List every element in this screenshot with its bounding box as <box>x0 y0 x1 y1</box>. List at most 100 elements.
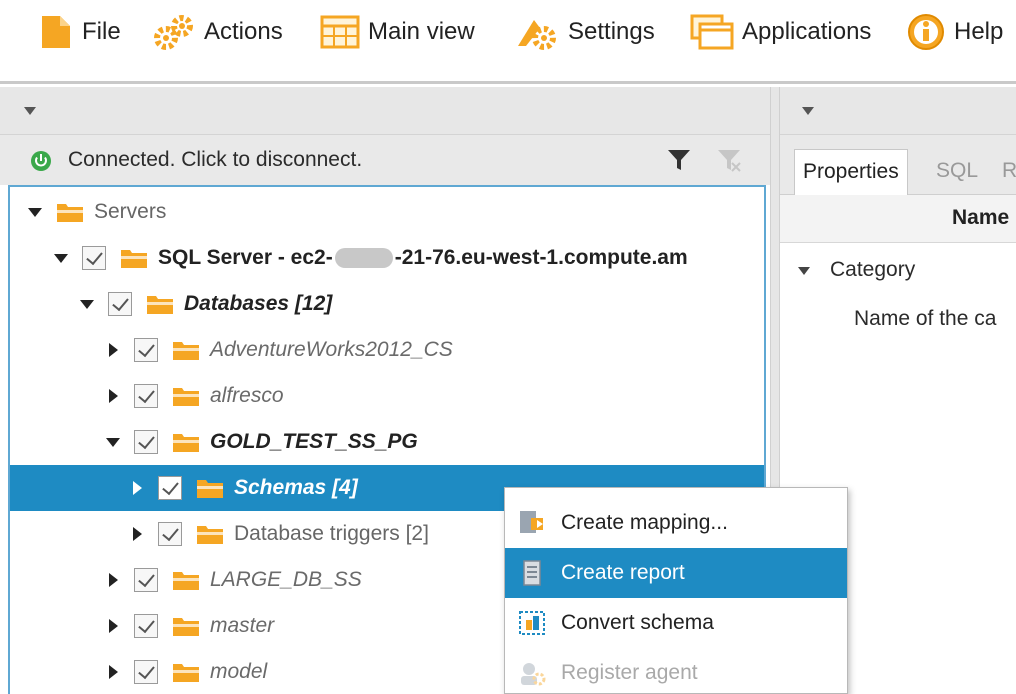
left-pane-header <box>0 87 770 135</box>
help-icon <box>908 14 944 50</box>
menu-help[interactable]: Help <box>906 14 1003 50</box>
tree-checkbox[interactable] <box>134 660 158 684</box>
expand-toggle-icon[interactable] <box>106 435 120 449</box>
menu-bar: File Actions Main view Settings Applicat… <box>0 0 1016 84</box>
expand-toggle-icon[interactable] <box>28 205 42 219</box>
properties-column-header[interactable]: Name <box>780 195 1016 243</box>
folder-icon <box>173 388 199 406</box>
agent-icon <box>521 663 546 686</box>
tree-node-sql-server[interactable]: SQL Server - ec2- -21-76.eu-west-1.comput… <box>10 235 764 281</box>
menu-item-label: Create report <box>561 561 685 584</box>
folder-icon <box>197 526 223 544</box>
tree-node-database[interactable]: AdventureWorks2012_CS <box>10 327 764 373</box>
folder-icon <box>173 342 199 360</box>
column-header-name: Name <box>952 206 1010 229</box>
menu-item-convert-schema[interactable]: Convert schema <box>505 598 847 648</box>
tree-node-label: Databases [12] <box>184 292 333 315</box>
tree-node-label: Servers <box>94 200 167 223</box>
tree-checkbox[interactable] <box>108 292 132 316</box>
tab-sql[interactable]: SQL <box>928 149 986 195</box>
power-icon[interactable] <box>30 150 52 172</box>
tree-checkbox[interactable] <box>134 614 158 638</box>
menu-item-label: Create mapping... <box>561 511 728 534</box>
tree-node-databases[interactable]: Databases [12] <box>10 281 764 327</box>
tab-properties[interactable]: Properties <box>794 149 908 195</box>
tree-node-label: alfresco <box>210 384 284 407</box>
category-expand-icon[interactable] <box>798 267 810 275</box>
expand-toggle-icon[interactable] <box>80 297 94 311</box>
menu-file-label: File <box>82 18 121 45</box>
expand-toggle-icon[interactable] <box>130 481 144 495</box>
menu-file[interactable]: File <box>38 14 121 50</box>
file-icon <box>42 16 70 48</box>
right-pane-header <box>780 87 1016 135</box>
menu-item-register-agent[interactable]: Register agent <box>505 648 847 694</box>
report-icon <box>523 560 541 586</box>
tree-node-database-gold-test[interactable]: GOLD_TEST_SS_PG <box>10 419 764 465</box>
menu-actions[interactable]: Actions <box>152 14 283 50</box>
tree-node-servers[interactable]: Servers <box>10 189 764 235</box>
tree-checkbox[interactable] <box>134 568 158 592</box>
folder-icon <box>173 618 199 636</box>
tree-node-label: model <box>210 660 268 683</box>
menu-settings-label: Settings <box>568 18 655 45</box>
menu-item-label: Register agent <box>561 661 698 684</box>
convert-icon <box>519 611 545 635</box>
tree-checkbox[interactable] <box>134 384 158 408</box>
expand-toggle-icon[interactable] <box>106 343 120 357</box>
expand-toggle-icon[interactable] <box>106 389 120 403</box>
expand-toggle-icon[interactable] <box>106 573 120 587</box>
redacted-hostname <box>334 248 393 269</box>
tree-node-label: GOLD_TEST_SS_PG <box>210 430 418 453</box>
menu-item-create-mapping[interactable]: Create mapping... <box>505 498 847 548</box>
settings-icon <box>518 20 556 50</box>
tree-node-label: AdventureWorks2012_CS <box>210 338 453 361</box>
menu-actions-label: Actions <box>204 18 283 45</box>
folder-icon <box>147 296 173 314</box>
connection-status-text[interactable]: Connected. Click to disconnect. <box>68 148 362 172</box>
tree-node-label: Schemas [4] <box>234 476 358 499</box>
folder-icon <box>197 480 223 498</box>
folder-icon <box>173 434 199 452</box>
folder-icon <box>121 250 147 268</box>
expand-toggle-icon[interactable] <box>54 251 68 265</box>
property-category: Category <box>830 258 916 281</box>
menu-applications-label: Applications <box>742 18 872 45</box>
property-category-value: Name of the ca <box>854 307 997 330</box>
tree-checkbox[interactable] <box>158 476 182 500</box>
properties-tabs: Properties SQL R <box>780 135 1016 195</box>
menu-settings[interactable]: Settings <box>514 14 655 50</box>
connection-status-bar: Connected. Click to disconnect. <box>0 135 770 185</box>
expand-toggle-icon[interactable] <box>130 527 144 541</box>
clear-filter-icon[interactable] <box>716 147 742 173</box>
windows-icon <box>690 14 734 50</box>
menu-item-create-report[interactable]: Create report <box>505 548 847 598</box>
menu-applications[interactable]: Applications <box>690 14 871 50</box>
tree-node-label: master <box>210 614 275 637</box>
expand-toggle-icon[interactable] <box>106 665 120 679</box>
context-menu: Create mapping... Create report Convert … <box>504 487 848 694</box>
mapping-icon <box>520 511 543 533</box>
folder-icon <box>57 204 83 222</box>
menu-main-view-label: Main view <box>368 18 475 45</box>
tab-r[interactable]: R <box>994 149 1016 195</box>
filter-icon[interactable] <box>666 147 692 173</box>
tree-node-label: LARGE_DB_SS <box>210 568 362 591</box>
tree-checkbox[interactable] <box>82 246 106 270</box>
tree-checkbox[interactable] <box>158 522 182 546</box>
tree-node-label: Database triggers [2] <box>234 522 429 545</box>
pane-menu-arrow-icon[interactable] <box>802 107 814 115</box>
grid-icon <box>320 15 360 49</box>
tree-node-database[interactable]: alfresco <box>10 373 764 419</box>
folder-icon <box>173 572 199 590</box>
pane-menu-arrow-icon[interactable] <box>24 107 36 115</box>
menu-help-label: Help <box>954 18 1004 45</box>
menu-main-view[interactable]: Main view <box>320 14 475 50</box>
expand-toggle-icon[interactable] <box>106 619 120 633</box>
folder-icon <box>173 664 199 682</box>
tree-checkbox[interactable] <box>134 338 158 362</box>
menu-item-label: Convert schema <box>561 611 714 634</box>
gears-icon <box>154 15 193 50</box>
tree-checkbox[interactable] <box>134 430 158 454</box>
tree-node-label: SQL Server - ec2- -21-76.eu-west-1.comput… <box>158 246 688 269</box>
